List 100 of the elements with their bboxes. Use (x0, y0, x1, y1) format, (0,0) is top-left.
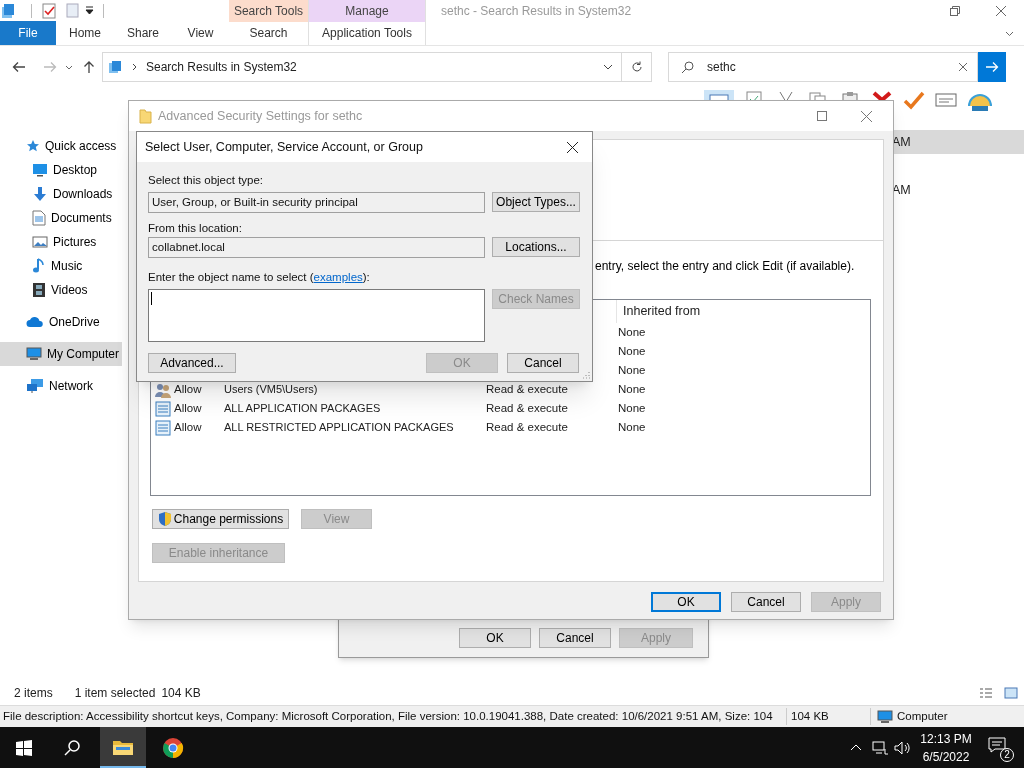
network-icon (26, 378, 44, 394)
volume-icon[interactable] (894, 740, 910, 755)
maximize-icon (816, 111, 827, 121)
taskbar-app[interactable] (100, 727, 146, 768)
access-level: Read & execute (486, 420, 568, 433)
app-icon (1, 2, 15, 19)
picture-icon (32, 235, 48, 249)
selection-size: 104 KB (161, 684, 201, 702)
close-icon (996, 6, 1006, 16)
search-icon[interactable] (64, 739, 80, 756)
clock[interactable]: 12:13 PM 6/5/2022 (918, 729, 974, 766)
advanced-button[interactable]: Advanced... (148, 353, 236, 373)
computer-icon (877, 709, 893, 724)
window-title: Advanced Security Settings for sethc (158, 107, 363, 125)
clear-icon[interactable] (958, 62, 968, 72)
entry-type: Allow (174, 420, 202, 433)
dialog-title: Select User, Computer, Service Account, or Group (145, 138, 423, 156)
close-icon (861, 110, 872, 122)
access-level: Read & execute (486, 382, 568, 395)
caret-up-icon[interactable] (850, 744, 862, 751)
location-field: collabnet.local (148, 237, 485, 258)
nav-item[interactable]: Downloads (0, 182, 122, 206)
access-level: Read & execute (486, 401, 568, 414)
nav-item[interactable]: Pictures (0, 230, 122, 254)
up-arrow-icon[interactable] (83, 60, 95, 74)
entry-type: Allow (174, 382, 202, 395)
folder-stack-icon (108, 60, 122, 74)
examples-link[interactable]: examples (313, 271, 363, 283)
context-group-header: Search Tools (229, 0, 308, 22)
network-icon[interactable] (872, 740, 888, 755)
file-size: 104 KB (786, 707, 870, 726)
notification-count: 2 (1000, 747, 1014, 762)
nav-item[interactable]: My Computer (0, 342, 122, 366)
clock-time: 12:13 PM (920, 730, 972, 748)
refresh-button[interactable] (622, 52, 652, 82)
checkmark-icon[interactable] (902, 90, 926, 110)
principal-name: Users (VM5\Users) (224, 383, 318, 396)
nav-item[interactable]: Documents (0, 206, 122, 230)
clock-date: 6/5/2022 (922, 748, 970, 766)
nav-item[interactable]: Desktop (0, 158, 122, 182)
inherited-from: None (618, 401, 646, 414)
checklist-icon[interactable] (42, 2, 56, 19)
star-icon (26, 139, 40, 153)
dialog-button[interactable]: OK (651, 592, 721, 612)
file-details: File description: Accessibility shortcut keys, Company: Microsoft Corporation, File version: 10.0.19041.388, Date created: 10/6/2021 9:51 AM, Size: 104 (2, 708, 774, 724)
nav-item[interactable]: Network (0, 374, 122, 398)
search-text: sethc (707, 59, 736, 76)
ribbon-tab[interactable]: View (172, 21, 229, 45)
nav-item[interactable]: Videos (0, 278, 122, 302)
computer-icon (26, 347, 42, 361)
chevron-down-icon[interactable] (603, 64, 613, 70)
ribbon-tab[interactable]: Share (114, 21, 172, 45)
restore-icon (950, 6, 960, 16)
close-icon (566, 141, 578, 153)
chevron-down-icon[interactable] (1005, 31, 1014, 37)
music-note-icon (32, 258, 46, 274)
search-icon (681, 60, 694, 74)
search-go-button[interactable] (978, 52, 1006, 82)
ribbon-tab[interactable]: Application Tools (309, 21, 425, 45)
address-bar[interactable]: Search Results in System32 (102, 52, 622, 82)
object-type-field: User, Group, or Built-in security principal (148, 192, 485, 213)
inherited-from: None (618, 382, 646, 395)
notification-icon (988, 736, 1006, 753)
dialog-button[interactable]: Cancel (539, 628, 611, 648)
nav-item[interactable]: Quick access (0, 134, 122, 158)
film-icon (32, 282, 46, 298)
window-title: sethc - Search Results in System32 (441, 3, 632, 20)
ribbon-tab[interactable]: Home (56, 21, 114, 45)
dialog-button[interactable]: Cancel (731, 592, 801, 612)
column-header[interactable]: Inherited from (616, 300, 701, 323)
cancel-button[interactable]: Cancel (507, 353, 579, 373)
field-label: Select this object type: (148, 173, 265, 187)
object-types-button[interactable]: Object Types... (492, 192, 580, 212)
field-label: From this location: (148, 221, 243, 235)
users-icon (155, 381, 171, 398)
address-text: Search Results in System32 (146, 59, 297, 76)
change-permissions-button[interactable]: Change permissions (152, 509, 289, 529)
search-field[interactable]: sethc (668, 52, 978, 82)
download-icon (32, 186, 48, 202)
windows-start-icon[interactable] (16, 739, 32, 756)
large-icons-view-icon[interactable] (1004, 686, 1018, 699)
inherited-from: None (618, 363, 646, 376)
ribbon-tab[interactable]: Search (229, 21, 308, 45)
locations-button[interactable]: Locations... (492, 237, 580, 257)
desktop-icon (32, 163, 48, 177)
refresh-icon (630, 61, 643, 73)
object-name-input[interactable] (148, 289, 485, 342)
dropdown-icon[interactable] (85, 6, 94, 15)
chevron-right-icon (132, 63, 137, 71)
dialog-button[interactable]: OK (459, 628, 531, 648)
folder-icon (139, 108, 152, 124)
browser-icon (162, 736, 184, 759)
arrow-right-icon (985, 61, 999, 73)
field-label: Enter the object name to select (examples): (148, 270, 371, 284)
nav-item[interactable]: Music (0, 254, 122, 278)
nav-item[interactable]: OneDrive (0, 310, 122, 334)
location-text: Computer (897, 708, 948, 724)
entry-type: Allow (174, 401, 202, 414)
back-arrow-icon[interactable] (12, 61, 26, 73)
resize-grip-icon[interactable] (582, 371, 590, 379)
